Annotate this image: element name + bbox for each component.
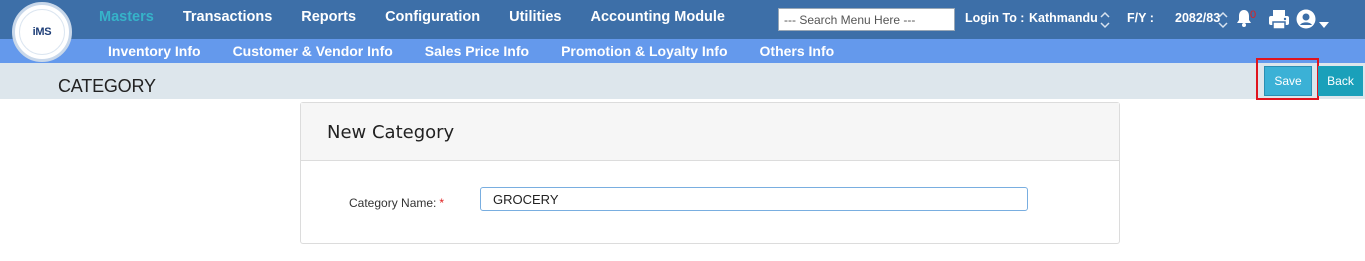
menu-utilities[interactable]: Utilities	[509, 9, 561, 25]
menu-reports[interactable]: Reports	[301, 9, 356, 25]
sub-menu: Inventory Info Customer & Vendor Info Sa…	[108, 43, 866, 59]
page-title: CATEGORY	[58, 76, 156, 96]
submenu-customer-vendor-info[interactable]: Customer & Vendor Info	[233, 43, 393, 59]
menu-transactions[interactable]: Transactions	[183, 9, 272, 25]
sub-navbar: Inventory Info Customer & Vendor Info Sa…	[0, 39, 1365, 63]
caret-down-icon[interactable]	[1319, 16, 1329, 28]
category-name-label-text: Category Name:	[349, 196, 437, 210]
login-location-value[interactable]: Kathmandu	[1029, 11, 1098, 25]
printer-icon[interactable]	[1268, 9, 1290, 30]
menu-accounting-module[interactable]: Accounting Module	[590, 9, 725, 25]
user-icon[interactable]	[1296, 9, 1316, 29]
logo-text: iMS	[32, 26, 52, 38]
fiscal-year-value[interactable]: 2082/83	[1175, 11, 1220, 25]
page-title-bar: CATEGORY	[0, 63, 1365, 99]
required-mark: *	[439, 196, 445, 210]
save-button[interactable]: Save	[1264, 66, 1312, 96]
notification-count: 0	[1250, 9, 1257, 21]
login-to-label: Login To :	[965, 11, 1025, 25]
fiscal-year-label: F/Y :	[1127, 11, 1154, 25]
main-menu: Masters Transactions Reports Configurati…	[99, 9, 754, 25]
new-category-card: New Category Category Name: *	[300, 102, 1120, 244]
fiscal-year-updown-icon[interactable]	[1217, 9, 1229, 31]
location-updown-icon[interactable]	[1099, 9, 1111, 31]
card-header: New Category	[301, 103, 1119, 161]
top-navbar: Masters Transactions Reports Configurati…	[0, 0, 1365, 39]
search-menu-input[interactable]	[778, 8, 955, 31]
category-name-label: Category Name: *	[349, 196, 444, 210]
ims-logo[interactable]: iMS	[12, 2, 72, 62]
card-title: New Category	[327, 122, 455, 143]
submenu-promotion-loyalty-info[interactable]: Promotion & Loyalty Info	[561, 43, 727, 59]
menu-configuration[interactable]: Configuration	[385, 9, 480, 25]
menu-masters[interactable]: Masters	[99, 9, 154, 25]
submenu-others-info[interactable]: Others Info	[760, 43, 835, 59]
back-button[interactable]: Back	[1318, 66, 1363, 96]
submenu-sales-price-info[interactable]: Sales Price Info	[425, 43, 529, 59]
submenu-inventory-info[interactable]: Inventory Info	[108, 43, 201, 59]
category-name-input[interactable]	[480, 187, 1028, 211]
